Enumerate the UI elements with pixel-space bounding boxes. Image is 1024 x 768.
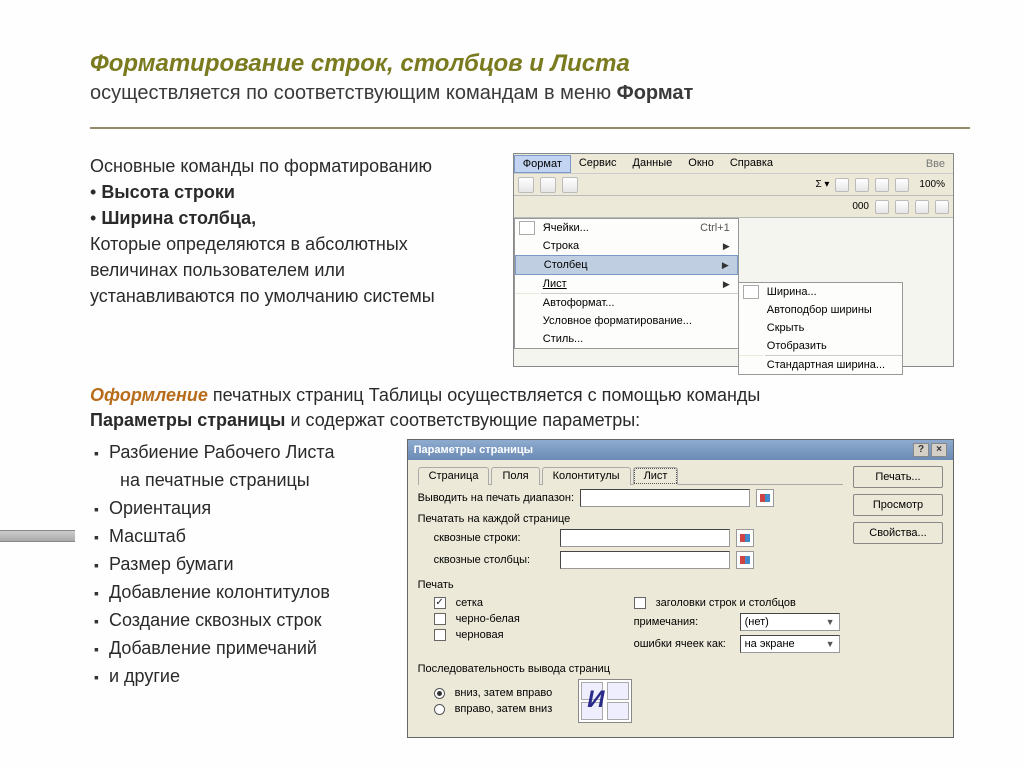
submenu-autofit[interactable]: Автоподбор ширины [739,301,902,319]
each-page-label: Печатать на каждой странице [418,513,843,525]
range-picker-icon[interactable] [756,489,774,507]
notes-combo[interactable]: (нет)▼ [740,613,840,631]
border-icon[interactable] [915,200,929,214]
grid-checkbox[interactable] [434,597,446,609]
page-setup-dialog: Параметры страницы ? × Страница Поля Кол… [407,439,954,738]
zoom-box[interactable]: 100% [915,179,949,190]
dialog-titlebar: Параметры страницы ? × [408,440,953,460]
order-down-radio[interactable] [434,688,445,699]
page-order-icon: И [578,679,632,723]
toolbar-icon[interactable] [540,177,556,193]
dropdown-format: Ячейки...Ctrl+1 Строка▶ Столбец▶ Лист▶ А… [514,218,739,349]
submenu-unhide[interactable]: Отобразить [739,337,902,355]
paragraph-2: Оформление печатных страниц Таблицы осущ… [90,383,954,433]
tab-page[interactable]: Страница [418,467,490,485]
through-rows-label: сквозные строки: [434,532,554,544]
tab-margins[interactable]: Поля [491,467,539,485]
menu-item-cells[interactable]: Ячейки...Ctrl+1 [515,219,738,237]
toolbar-icon[interactable] [562,177,578,193]
menubar: Формат Сервис Данные Окно Справка Вве [514,154,953,174]
help-button[interactable]: ? [913,443,929,457]
fill-icon[interactable] [935,200,949,214]
drawing-icon[interactable] [895,178,909,192]
print-range-input[interactable] [580,489,750,507]
indent-icon[interactable] [875,200,889,214]
menu-window[interactable]: Окно [680,155,722,173]
outdent-icon[interactable] [895,200,909,214]
sort-asc-icon[interactable] [835,178,849,192]
submenu-hide[interactable]: Скрыть [739,319,902,337]
cols-picker-icon[interactable] [736,551,754,569]
menubar-right-text: Вве [918,156,953,172]
chart-icon[interactable] [875,178,889,192]
order-right-radio[interactable] [434,704,445,715]
slide-title: Форматирование строк, столбцов и Листа [90,50,954,78]
print-button[interactable]: Печать... [853,466,943,488]
headers-checkbox[interactable] [634,597,646,609]
through-rows-input[interactable] [560,529,730,547]
close-button[interactable]: × [931,443,947,457]
menu-help[interactable]: Справка [722,155,781,173]
preview-button[interactable]: Просмотр [853,494,943,516]
draft-checkbox[interactable] [434,629,446,641]
commands-text: Основные команды по форматированию • Выс… [90,153,493,310]
toolbar-1: Σ ▾ 100% [514,174,953,196]
dialog-tabs: Страница Поля Колонтитулы Лист [418,466,843,485]
toolbar-2: 000 [514,196,953,218]
tab-headers[interactable]: Колонтитулы [542,467,631,485]
slide-subtitle: осуществляется по соответствующим команд… [90,82,954,105]
rows-picker-icon[interactable] [736,529,754,547]
print-range-label: Выводить на печать диапазон: [418,492,574,504]
menu-item-autoformat[interactable]: Автоформат... [515,294,738,312]
menu-item-conditional[interactable]: Условное форматирование... [515,312,738,330]
sort-desc-icon[interactable] [855,178,869,192]
submenu-width[interactable]: Ширина... [739,283,902,301]
side-decoration [0,530,75,542]
menu-format[interactable]: Формат [514,155,571,173]
menu-item-style[interactable]: Стиль... [515,330,738,348]
errors-combo[interactable]: на экране▼ [740,635,840,653]
properties-button[interactable]: Свойства... [853,522,943,544]
print-section-label: Печать [418,579,943,591]
through-cols-input[interactable] [560,551,730,569]
bw-checkbox[interactable] [434,613,446,625]
menu-item-row[interactable]: Строка▶ [515,237,738,255]
page-order-label: Последовательность вывода страниц [418,663,943,675]
divider [90,127,970,129]
tab-sheet[interactable]: Лист [633,467,679,485]
params-list: Разбиение Рабочего Листа на печатные стр… [90,439,389,690]
through-cols-label: сквозные столбцы: [434,554,554,566]
submenu-std-width[interactable]: Стандартная ширина... [739,356,902,374]
toolbar-icon[interactable] [518,177,534,193]
excel-menu-screenshot: Формат Сервис Данные Окно Справка Вве Σ … [513,153,954,367]
dropdown-column-sub: Ширина... Автоподбор ширины Скрыть Отобр… [738,282,903,375]
menu-item-sheet[interactable]: Лист▶ [515,275,738,293]
menu-item-column[interactable]: Столбец▶ [515,255,738,275]
menu-service[interactable]: Сервис [571,155,625,173]
menu-data[interactable]: Данные [625,155,681,173]
